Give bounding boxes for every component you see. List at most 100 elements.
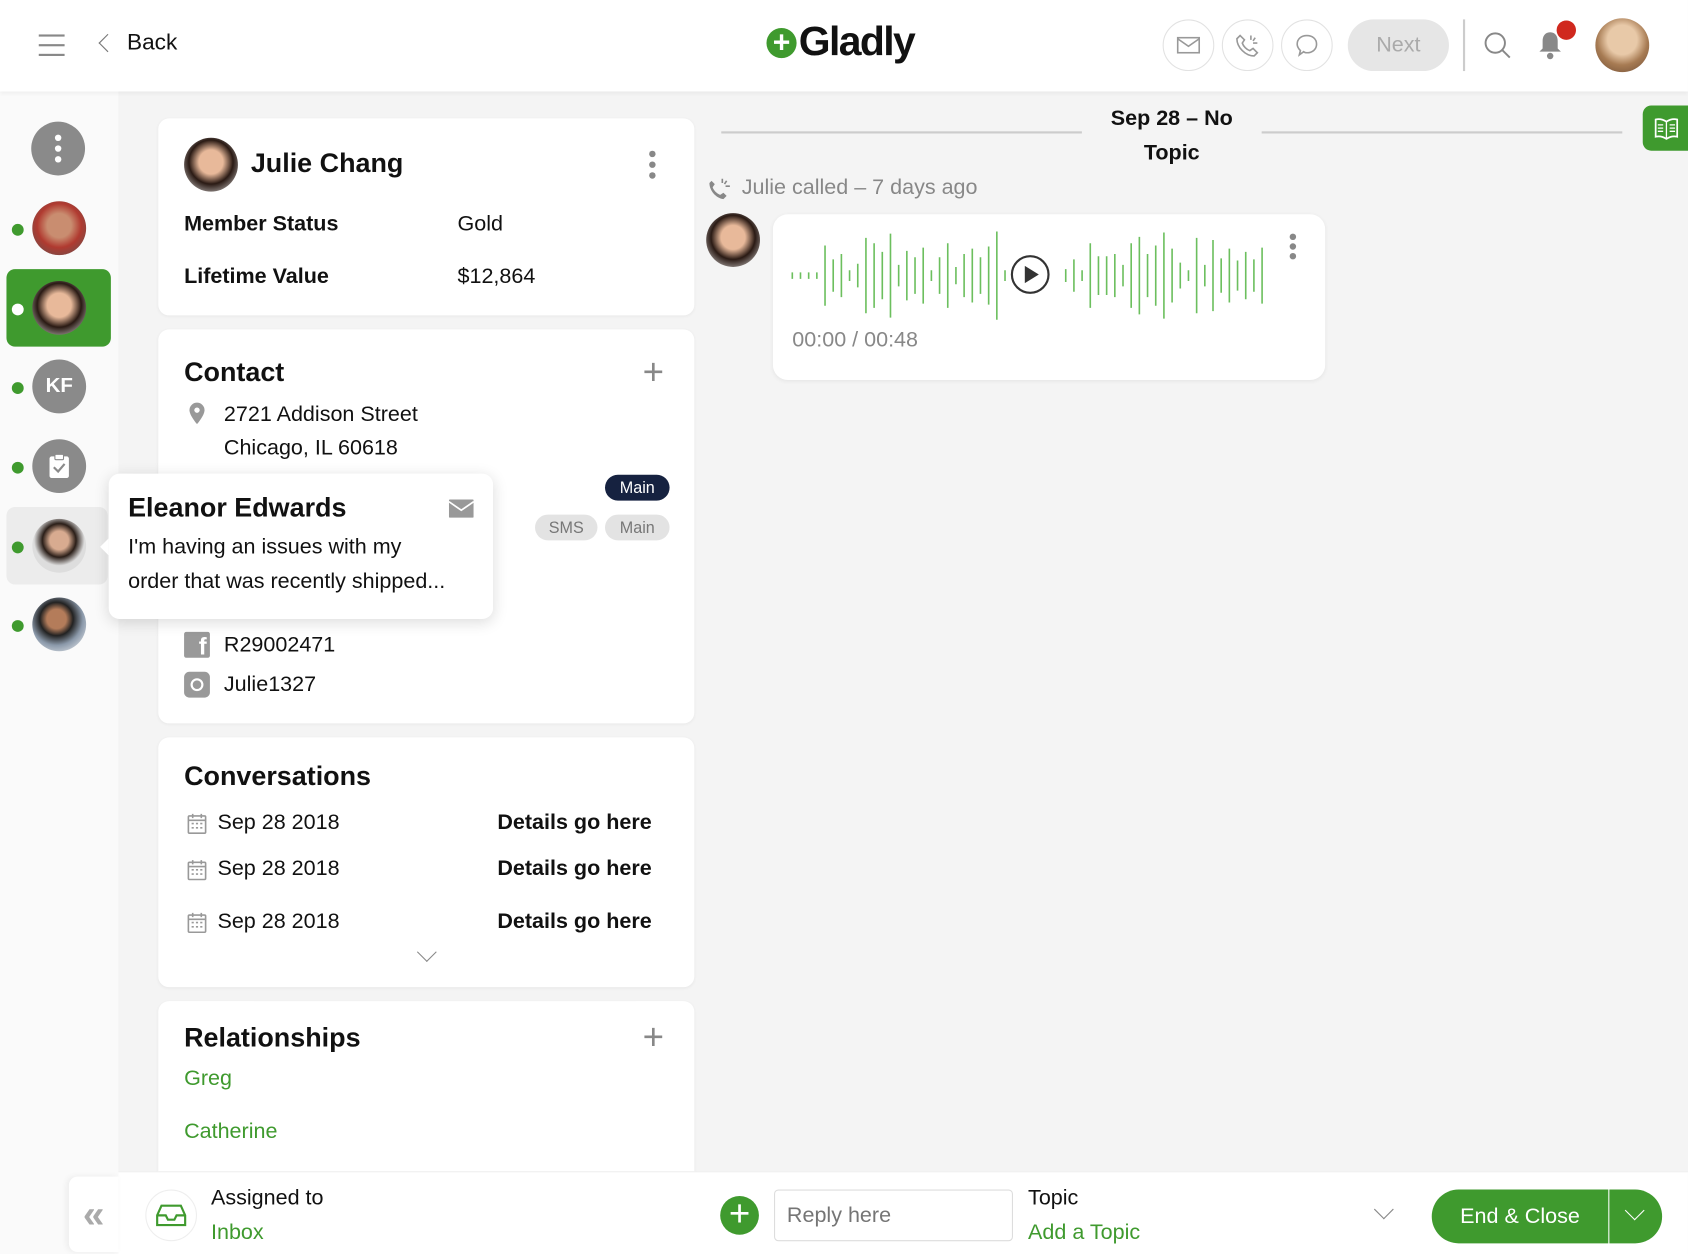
conversation-date: Sep 28 2018 (217, 810, 340, 835)
assigned-inbox-link[interactable]: Inbox (211, 1221, 264, 1246)
audio-time: 00:00 / 00:48 (792, 328, 919, 353)
relationship-link[interactable]: Greg (184, 1067, 232, 1092)
logo-text: Gladly (798, 19, 916, 65)
rail-conversation-2[interactable] (6, 269, 111, 347)
conversation-row[interactable]: Sep 28 2018 Details go here (184, 811, 668, 839)
lifetime-value: $12,864 (457, 264, 536, 289)
divider (1261, 131, 1623, 134)
conversation-details: Details go here (497, 810, 652, 835)
rail-task[interactable] (6, 427, 110, 505)
lifetime-value-label: Lifetime Value (184, 264, 329, 289)
online-dot (11, 303, 24, 316)
add-relationship-button[interactable]: + (643, 1019, 664, 1056)
popover-message-line1: I'm having an issues with my (128, 535, 402, 559)
email-icon (1176, 36, 1201, 54)
divider (1462, 19, 1465, 72)
rail-conversation-3[interactable]: KF (6, 348, 110, 426)
conversation-details: Details go here (497, 909, 652, 934)
main-badge: Main (604, 474, 670, 501)
search-icon[interactable] (1483, 31, 1511, 59)
notification-dot (1556, 20, 1576, 40)
app: Back + Gladly Next KF Julie Chang Member… (0, 0, 1688, 1254)
phone-button[interactable] (1221, 19, 1274, 72)
add-contact-button[interactable]: + (643, 354, 664, 391)
calendar-icon (187, 860, 207, 881)
online-dot (11, 223, 24, 236)
chat-button[interactable] (1281, 19, 1333, 72)
conversation-row[interactable]: Sep 28 2018 Details go here (184, 857, 668, 885)
conversations-card: Conversations Sep 28 2018 Details go her… (158, 737, 695, 988)
online-dot (11, 382, 24, 394)
address-line2: Chicago, IL 60618 (223, 435, 398, 460)
collapse-sidebar-button[interactable]: « (68, 1176, 119, 1252)
rail-conversation-6[interactable] (6, 586, 110, 664)
clipboard-icon (32, 439, 87, 494)
sms-badge: SMS (535, 514, 598, 541)
member-status-label: Member Status (184, 212, 339, 236)
rail-menu-button[interactable] (31, 121, 86, 176)
recording-options-icon[interactable] (1289, 233, 1297, 260)
popover-arrow (100, 538, 109, 556)
call-event-text: Julie called – 7 days ago (741, 175, 978, 200)
inbox-icon (156, 1204, 187, 1227)
online-dot (11, 541, 24, 554)
avatar (32, 280, 87, 335)
chevron-down-icon[interactable] (416, 942, 437, 963)
conversation-date: Sep 28 2018 (217, 856, 340, 881)
main-badge-secondary: Main (604, 514, 670, 541)
date-header: Sep 28 – No Topic (1082, 101, 1262, 170)
conversation-rail: KF (0, 91, 119, 1254)
composer-bar: Assigned to Inbox + Topic Add a Topic En… (118, 1171, 1688, 1254)
gladly-logo: + Gladly (766, 19, 916, 65)
rail-conversation-1[interactable] (6, 189, 110, 267)
popover-message-line2: order that was recently shipped... (128, 569, 446, 594)
instagram-handle: Julie1327 (223, 672, 317, 697)
conversation-preview-popover[interactable]: Eleanor Edwards I'm having an issues wit… (100, 473, 494, 619)
add-topic-link[interactable]: Add a Topic (1028, 1221, 1140, 1246)
assigned-to-label: Assigned to (210, 1186, 324, 1210)
calendar-icon (187, 813, 207, 835)
location-pin-icon (189, 402, 205, 425)
chevron-left-icon (98, 33, 117, 53)
conversation-details: Details go here (497, 856, 652, 881)
chat-icon (1296, 34, 1318, 57)
conversation-row[interactable]: Sep 28 2018 Details go here (184, 910, 668, 938)
online-dot (11, 620, 24, 632)
contact-title: Contact (184, 357, 285, 388)
back-label: Back (127, 30, 178, 55)
topic-dropdown-chevron[interactable] (1373, 1199, 1394, 1220)
conversation-date: Sep 28 2018 (217, 909, 340, 934)
reply-input[interactable] (774, 1189, 1013, 1242)
call-recording-bubble: 00:00 / 00:48 (772, 214, 1326, 381)
play-button[interactable] (1010, 255, 1050, 294)
next-button[interactable]: Next (1347, 19, 1449, 72)
email-button[interactable] (1162, 19, 1215, 72)
user-avatar[interactable] (1595, 18, 1650, 73)
add-button[interactable]: + (720, 1195, 759, 1235)
facebook-handle: R29002471 (223, 632, 336, 657)
back-button[interactable]: Back (95, 30, 178, 56)
play-icon (1024, 265, 1039, 284)
topic-label: Topic (1028, 1186, 1079, 1210)
plus-icon: + (766, 27, 797, 58)
initials-avatar: KF (32, 359, 87, 414)
facebook-icon: f (184, 631, 210, 660)
instagram-icon (184, 671, 210, 698)
customer-avatar (706, 213, 761, 267)
knowledge-base-button[interactable] (1642, 105, 1688, 151)
email-icon (448, 499, 474, 518)
inbox-button[interactable] (145, 1189, 197, 1242)
rail-conversation-5[interactable] (6, 507, 108, 585)
divider (721, 131, 1082, 134)
more-options-icon[interactable] (649, 150, 656, 179)
menu-icon[interactable] (38, 34, 65, 56)
end-close-dropdown[interactable] (1609, 1189, 1663, 1244)
relationship-link[interactable]: Catherine (184, 1120, 277, 1145)
date-header-line1: Sep 28 – No (1110, 106, 1233, 131)
chevron-down-icon (1624, 1200, 1645, 1221)
avatar (32, 597, 87, 652)
book-icon (1654, 118, 1679, 140)
relationships-title: Relationships (184, 1022, 361, 1053)
online-dot (11, 461, 24, 474)
end-close-button[interactable]: End & Close (1431, 1189, 1609, 1244)
